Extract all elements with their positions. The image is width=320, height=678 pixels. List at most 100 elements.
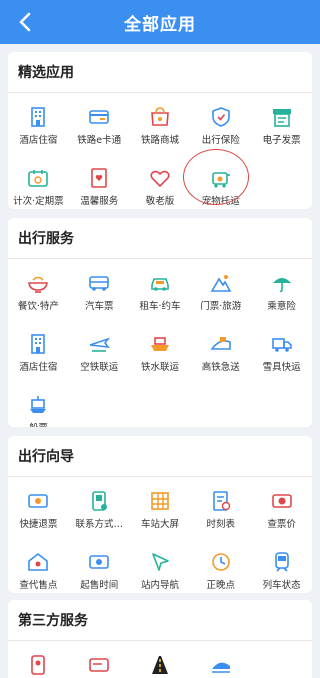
app-season-ticket[interactable]: 计次·定期票 <box>8 162 69 209</box>
app-tickets-tourism[interactable]: 门票·旅游 <box>190 267 251 321</box>
refund-icon <box>26 489 50 513</box>
section-title: 出行服务 <box>18 231 74 247</box>
rail-card-icon <box>87 105 111 129</box>
agency-icon <box>26 550 50 574</box>
app-air-rail[interactable]: 空铁联运 <box>69 328 130 382</box>
ship-icon <box>148 332 172 356</box>
phone-icon <box>26 653 50 677</box>
truck-icon <box>270 332 294 356</box>
app-contact[interactable]: 联系方式… <box>69 485 130 539</box>
card-icon <box>87 653 111 677</box>
app-boat-ticket[interactable]: 船票 <box>8 389 69 427</box>
section-third-party: 第三方服务 <box>8 600 312 678</box>
app-label: 空铁联运 <box>80 362 119 373</box>
app-label: 时刻表 <box>206 519 236 530</box>
shop-icon <box>148 105 172 129</box>
header-bar: 全部应用 <box>0 0 320 44</box>
app-label: 餐饮·特产 <box>17 301 59 312</box>
app-rail-shop[interactable]: 铁路商城 <box>130 101 191 155</box>
app-travel-insurance[interactable]: 乘意险 <box>251 267 312 321</box>
app-label: 铁水联运 <box>140 362 179 373</box>
app-care-service[interactable]: 温馨服务 <box>69 162 130 209</box>
contact-icon <box>87 489 111 513</box>
pet-transport-icon <box>209 166 233 190</box>
section-travel: 出行服务 餐饮·特产 汽车票 租车·约车 门票·旅游 乘意险 酒店住宿 空铁联运… <box>8 218 312 427</box>
app-station-screen[interactable]: 车站大屏 <box>130 485 191 539</box>
app-quick-refund[interactable]: 快捷退票 <box>8 485 69 539</box>
app-label: 宠物托运 <box>201 196 240 207</box>
section-featured: 精选应用 酒店住宿 铁路e卡通 铁路商城 出行保险 电子发票 计次·定期票 温馨… <box>8 52 312 209</box>
app-label: 铁路e卡通 <box>77 135 122 146</box>
app-insurance[interactable]: 出行保险 <box>190 101 251 155</box>
app-grid: 餐饮·特产 汽车票 租车·约车 门票·旅游 乘意险 酒店住宿 空铁联运 铁水联运… <box>8 267 312 427</box>
app-hsr-express[interactable]: 高铁急送 <box>190 328 251 382</box>
sale-time-icon <box>87 550 111 574</box>
app-label: 计次·定期票 <box>13 196 64 207</box>
app-label: 酒店住宿 <box>19 135 58 146</box>
app-label: 车站大屏 <box>140 519 179 530</box>
app-grid: 酒店住宿 铁路e卡通 铁路商城 出行保险 电子发票 计次·定期票 温馨服务 敬老… <box>8 101 312 209</box>
app-invoice[interactable]: 电子发票 <box>251 101 312 155</box>
app-pet-transport[interactable]: 宠物托运 <box>190 162 251 209</box>
app-elderly-mode[interactable]: 敬老版 <box>130 162 191 209</box>
divider <box>8 92 312 93</box>
hotel-icon <box>26 332 50 356</box>
price-icon <box>270 489 294 513</box>
umbrella-icon <box>270 271 294 295</box>
app-label: 敬老版 <box>145 196 175 207</box>
app-label: 雪具快运 <box>262 362 301 373</box>
app-label: 正晚点 <box>206 580 236 591</box>
app-label: 温馨服务 <box>80 196 119 207</box>
app-grid <box>8 649 312 678</box>
app-bus-ticket[interactable]: 汽车票 <box>69 267 130 321</box>
app-hotel[interactable]: 酒店住宿 <box>8 328 69 382</box>
app-label: 联系方式… <box>75 519 123 530</box>
app-third-1[interactable] <box>8 649 69 678</box>
app-agency[interactable]: 查代售点 <box>8 546 69 593</box>
app-label: 铁路商城 <box>140 135 179 146</box>
app-label: 站内导航 <box>140 580 179 591</box>
app-food[interactable]: 餐饮·特产 <box>8 267 69 321</box>
app-label: 酒店住宿 <box>19 362 58 373</box>
app-grid: 快捷退票 联系方式… 车站大屏 时刻表 查票价 查代售点 起售时间 站内导航 正… <box>8 485 312 593</box>
app-label: 起售时间 <box>80 580 119 591</box>
app-third-4[interactable] <box>190 649 251 678</box>
section-guide: 出行向导 快捷退票 联系方式… 车站大屏 时刻表 查票价 查代售点 起售时间 站… <box>8 436 312 593</box>
app-ski-freight[interactable]: 雪具快运 <box>251 328 312 382</box>
back-button[interactable] <box>12 8 38 36</box>
page-title: 全部应用 <box>124 14 196 35</box>
app-rail-water[interactable]: 铁水联运 <box>130 328 191 382</box>
app-third-2[interactable] <box>69 649 130 678</box>
boat-ticket-icon <box>26 393 50 417</box>
app-rail-card[interactable]: 铁路e卡通 <box>69 101 130 155</box>
screen-icon <box>148 489 172 513</box>
app-timetable[interactable]: 时刻表 <box>190 485 251 539</box>
app-label: 快捷退票 <box>19 519 58 530</box>
app-label: 门票·旅游 <box>200 301 242 312</box>
food-icon <box>26 271 50 295</box>
invoice-icon <box>270 105 294 129</box>
app-third-3[interactable] <box>130 649 191 678</box>
section-title: 第三方服务 <box>18 613 88 629</box>
app-car-rental[interactable]: 租车·约车 <box>130 267 191 321</box>
app-ticket-price[interactable]: 查票价 <box>251 485 312 539</box>
app-train-status[interactable]: 列车状态 <box>251 546 312 593</box>
app-label: 高铁急送 <box>201 362 240 373</box>
app-label: 列车状态 <box>262 580 301 591</box>
app-label: 乘意险 <box>267 301 296 312</box>
timetable-icon <box>209 489 233 513</box>
app-station-nav[interactable]: 站内导航 <box>130 546 191 593</box>
train-icon <box>270 550 294 574</box>
car-icon <box>148 271 172 295</box>
heart-icon <box>148 166 172 190</box>
app-on-time[interactable]: 正晚点 <box>190 546 251 593</box>
app-label: 电子发票 <box>262 135 301 146</box>
app-hotel[interactable]: 酒店住宿 <box>8 101 69 155</box>
divider <box>8 476 312 477</box>
express-icon <box>209 332 233 356</box>
section-title: 精选应用 <box>18 65 74 81</box>
clock-icon <box>209 550 233 574</box>
app-label: 船票 <box>29 420 48 427</box>
insurance-icon <box>209 105 233 129</box>
app-sale-time[interactable]: 起售时间 <box>69 546 130 593</box>
